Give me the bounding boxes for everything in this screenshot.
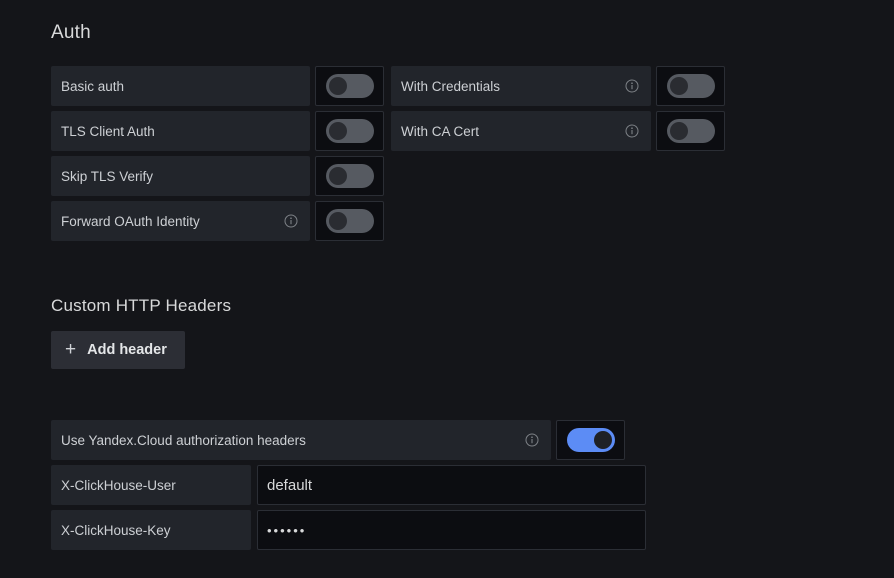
field-row-tls-client-auth: TLS Client Auth: [51, 111, 384, 151]
toggle-icon[interactable]: [325, 209, 374, 233]
info-icon[interactable]: [625, 124, 639, 138]
with-ca-cert-toggle[interactable]: [656, 111, 725, 151]
field-row-basic-auth: Basic auth: [51, 66, 384, 106]
add-header-button[interactable]: + Add header: [51, 331, 185, 369]
skip-tls-verify-label-box: Skip TLS Verify: [51, 156, 310, 196]
x-clickhouse-user-key: X-ClickHouse-User: [51, 465, 251, 505]
with-credentials-toggle[interactable]: [656, 66, 725, 106]
toggle-icon[interactable]: [666, 119, 715, 143]
x-clickhouse-user-input[interactable]: [257, 465, 646, 505]
forward-oauth-identity-label: Forward OAuth Identity: [61, 213, 200, 229]
custom-http-headers-title: Custom HTTP Headers: [51, 296, 232, 315]
forward-oauth-identity-toggle[interactable]: [315, 201, 384, 241]
yandex-cloud-label-box: Use Yandex.Cloud authorization headers: [51, 420, 551, 460]
header-row-clickhouse-user: X-ClickHouse-User: [51, 465, 646, 505]
field-row-with-credentials: With Credentials: [391, 66, 725, 106]
tls-client-auth-label-box: TLS Client Auth: [51, 111, 310, 151]
basic-auth-label-box: Basic auth: [51, 66, 310, 106]
info-icon[interactable]: [525, 433, 539, 447]
toggle-icon[interactable]: [325, 74, 374, 98]
auth-section-title: Auth: [51, 22, 91, 43]
basic-auth-toggle[interactable]: [315, 66, 384, 106]
add-header-label: Add header: [87, 342, 167, 358]
with-ca-cert-label: With CA Cert: [401, 123, 480, 139]
x-clickhouse-key-input[interactable]: [257, 510, 646, 550]
with-credentials-label-box: With Credentials: [391, 66, 651, 106]
info-icon[interactable]: [284, 214, 298, 228]
toggle-icon[interactable]: [325, 119, 374, 143]
info-icon[interactable]: [625, 79, 639, 93]
yandex-cloud-toggle[interactable]: [556, 420, 625, 460]
toggle-knob: [328, 122, 347, 140]
field-row-skip-tls-verify: Skip TLS Verify: [51, 156, 384, 196]
toggle-knob: [328, 77, 347, 95]
field-row-forward-oauth-identity: Forward OAuth Identity: [51, 201, 384, 241]
toggle-knob: [593, 431, 612, 449]
plus-icon: +: [65, 338, 77, 360]
with-credentials-label: With Credentials: [401, 78, 501, 94]
forward-oauth-identity-label-box: Forward OAuth Identity: [51, 201, 310, 241]
skip-tls-verify-label: Skip TLS Verify: [61, 168, 154, 184]
basic-auth-label: Basic auth: [61, 78, 125, 94]
with-ca-cert-label-box: With CA Cert: [391, 111, 651, 151]
field-row-with-ca-cert: With CA Cert: [391, 111, 725, 151]
tls-client-auth-toggle[interactable]: [315, 111, 384, 151]
toggle-icon[interactable]: [666, 74, 715, 98]
skip-tls-verify-toggle[interactable]: [315, 156, 384, 196]
yandex-cloud-label: Use Yandex.Cloud authorization headers: [61, 432, 306, 448]
tls-client-auth-label: TLS Client Auth: [61, 123, 155, 139]
datasource-settings-page: Auth Basic auth TLS Client Auth Skip TLS…: [0, 0, 894, 578]
toggle-knob: [669, 122, 688, 140]
toggle-icon[interactable]: [325, 164, 374, 188]
header-row-clickhouse-key: X-ClickHouse-Key: [51, 510, 646, 550]
toggle-knob: [328, 167, 347, 185]
toggle-knob: [669, 77, 688, 95]
x-clickhouse-key-key: X-ClickHouse-Key: [51, 510, 251, 550]
toggle-knob: [328, 212, 347, 230]
toggle-icon[interactable]: [566, 428, 615, 452]
field-row-yandex-cloud-headers: Use Yandex.Cloud authorization headers: [51, 420, 625, 460]
